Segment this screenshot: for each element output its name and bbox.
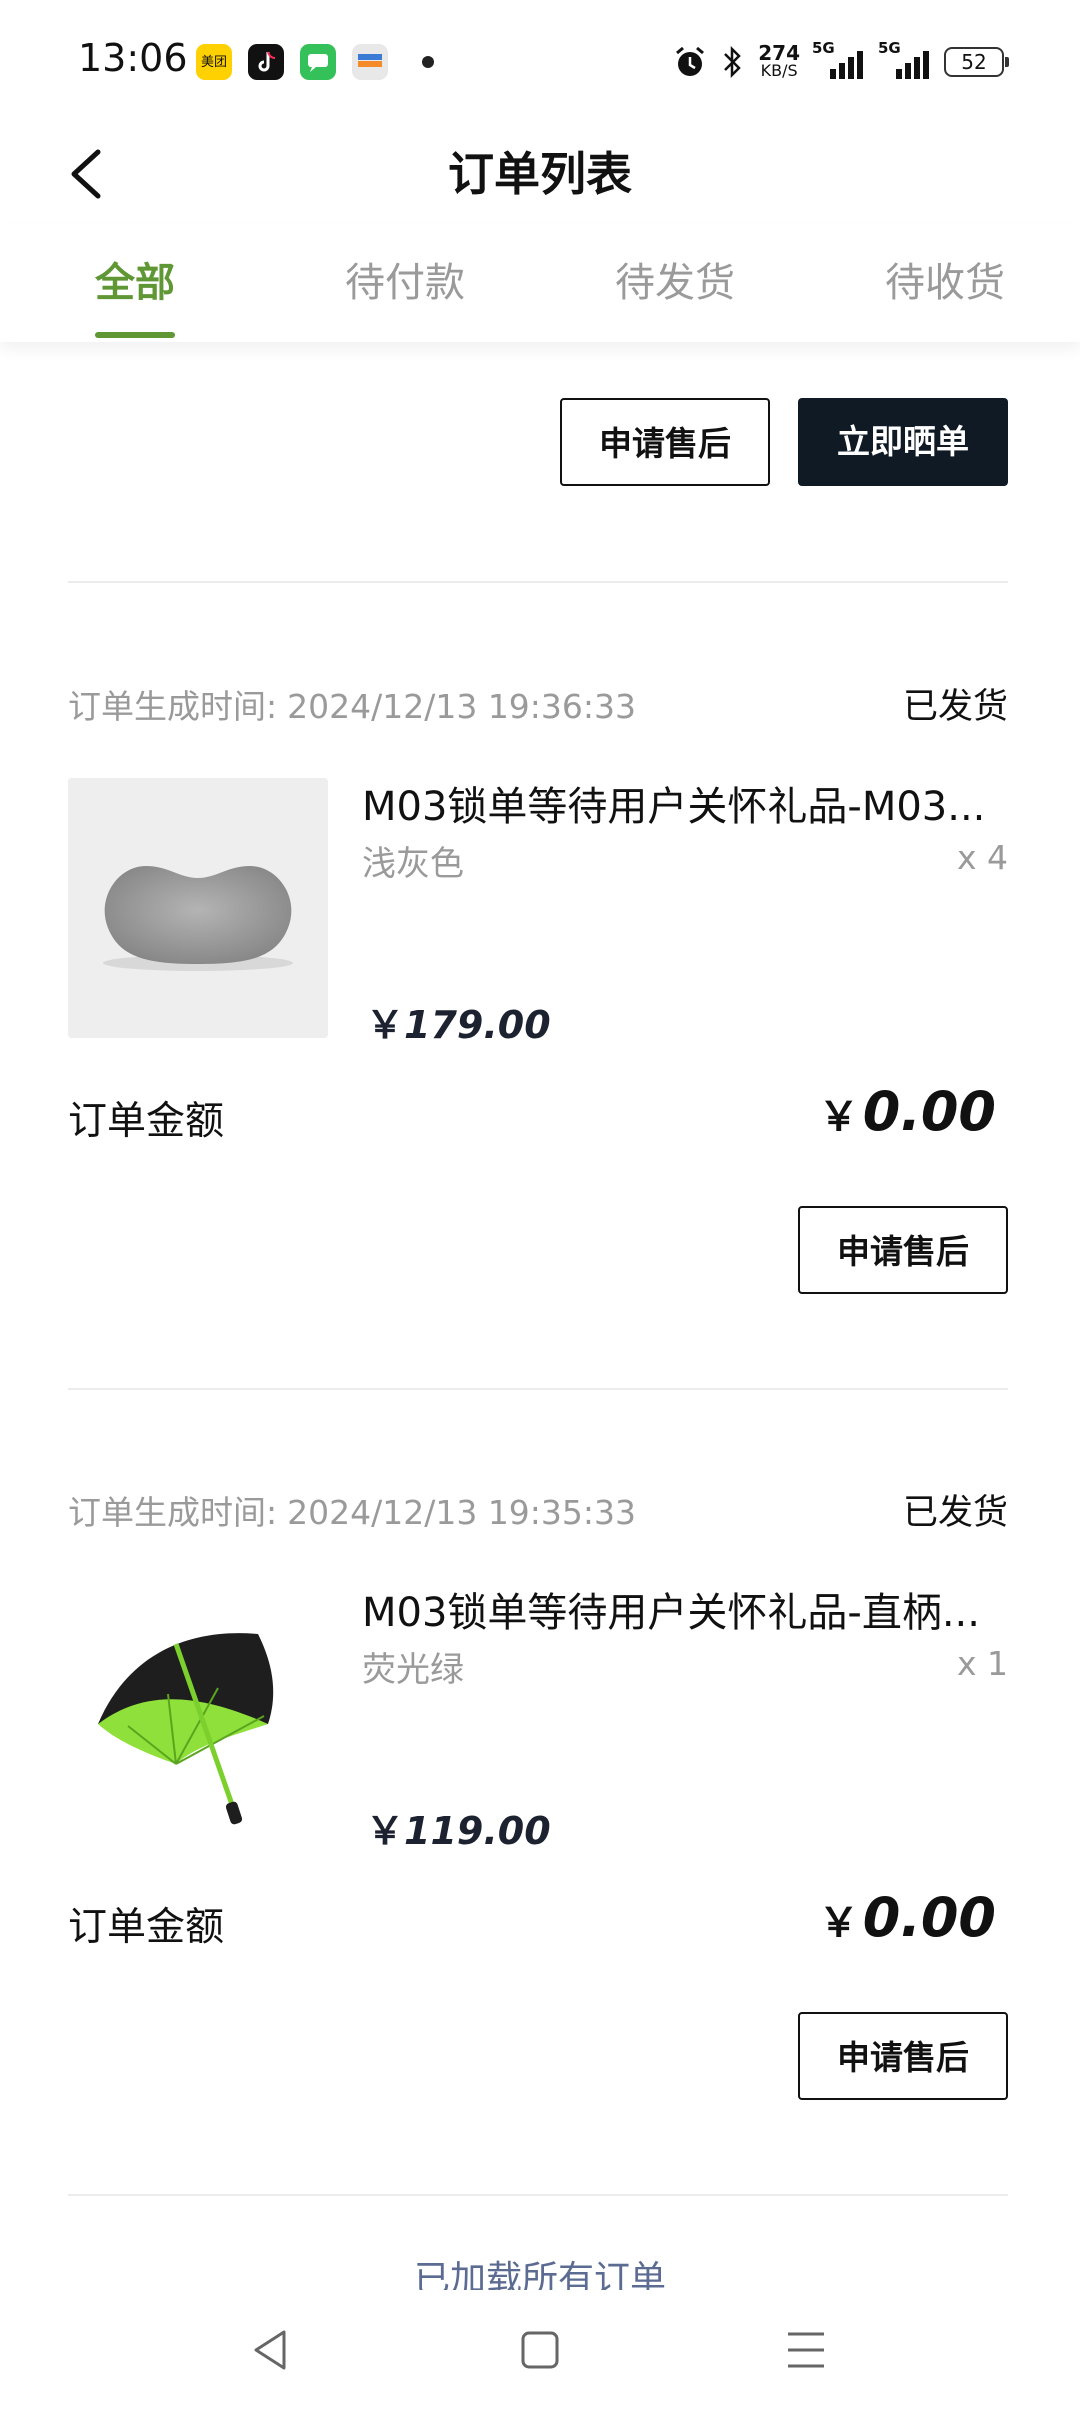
product-image[interactable]	[68, 1584, 328, 1844]
tab-pending-payment[interactable]: 待付款	[270, 224, 540, 342]
share-review-button[interactable]: 立即晒单	[798, 398, 1008, 486]
menu-lines-icon	[788, 2332, 824, 2368]
navigation-bar: 订单列表	[0, 124, 1080, 224]
order-status: 已发货	[902, 687, 1008, 727]
douyin-app-icon	[248, 44, 284, 80]
tab-all-label: 全部	[95, 260, 175, 306]
status-indicators: 274 KB/S 5G 5G 52	[672, 39, 1009, 84]
order-total-label: 订单金额	[68, 1099, 225, 1144]
tab-pending-receipt-label: 待收货	[885, 260, 1005, 306]
product-image[interactable]	[68, 778, 328, 1038]
tab-pending-shipment[interactable]: 待发货	[540, 224, 810, 342]
message-app-icon	[300, 44, 336, 80]
after-sale-button[interactable]: 申请售后	[798, 1206, 1008, 1294]
alarm-icon	[676, 46, 705, 76]
grey-neck-pillow-image	[68, 778, 328, 1038]
product-price: ￥179.00	[366, 1003, 551, 1047]
order-total-value: ￥0.00	[818, 1886, 996, 1949]
system-home-button[interactable]	[500, 2310, 580, 2390]
system-navigation-bar	[0, 2290, 1080, 2412]
product-price: ￥119.00	[366, 1809, 551, 1853]
system-menu-button[interactable]	[766, 2310, 846, 2390]
product-spec: 荧光绿	[362, 1650, 464, 1690]
product-quantity: x 1	[956, 1644, 1008, 1683]
notification-dot-icon	[422, 56, 434, 68]
order-divider	[68, 2194, 1008, 2196]
signal-strength-2-icon: 5G	[878, 39, 932, 79]
battery-icon: 52	[944, 47, 1009, 77]
back-triangle-icon	[254, 2330, 286, 2370]
tab-pending-shipment-label: 待发货	[615, 260, 735, 306]
tab-all[interactable]: 全部	[0, 224, 270, 342]
after-sale-button[interactable]: 申请售后	[560, 398, 770, 486]
product-quantity: x 4	[956, 838, 1008, 877]
after-sale-button[interactable]: 申请售后	[798, 2012, 1008, 2100]
active-tab-indicator	[95, 332, 175, 338]
product-name[interactable]: M03锁单等待用户关怀礼品-M03...	[362, 774, 1008, 832]
tab-pending-payment-label: 待付款	[345, 260, 465, 306]
order-total-label: 订单金额	[68, 1905, 225, 1950]
order-time: 订单生成时间: 2024/12/13 19:35:33	[68, 1493, 637, 1532]
order-total-value: ￥0.00	[818, 1080, 996, 1143]
bluetooth-icon	[724, 45, 742, 79]
wallet-app-icon	[352, 44, 388, 80]
network-speed: 274 KB/S	[758, 41, 800, 80]
signal-strength-1-icon: 5G	[812, 39, 866, 79]
order-divider	[68, 1388, 1008, 1390]
home-square-icon	[521, 2331, 559, 2369]
page-title: 订单列表	[448, 147, 632, 201]
meituan-app-icon: 美团	[196, 44, 232, 80]
green-umbrella-image	[68, 1584, 328, 1844]
status-time: 13:06	[78, 36, 188, 80]
tab-pending-receipt[interactable]: 待收货	[810, 224, 1080, 342]
order-divider	[68, 581, 1008, 583]
status-bar: 13:06 美团 274 KB/S 5G 5G 52	[0, 0, 1080, 124]
product-name[interactable]: M03锁单等待用户关怀礼品-直柄...	[362, 1580, 1008, 1638]
order-status: 已发货	[902, 1493, 1008, 1533]
order-tabs: 全部 待付款 待发货 待收货	[0, 224, 1080, 342]
order-time: 订单生成时间: 2024/12/13 19:36:33	[68, 687, 637, 726]
product-spec: 浅灰色	[362, 844, 464, 884]
system-back-button[interactable]	[232, 2310, 312, 2390]
